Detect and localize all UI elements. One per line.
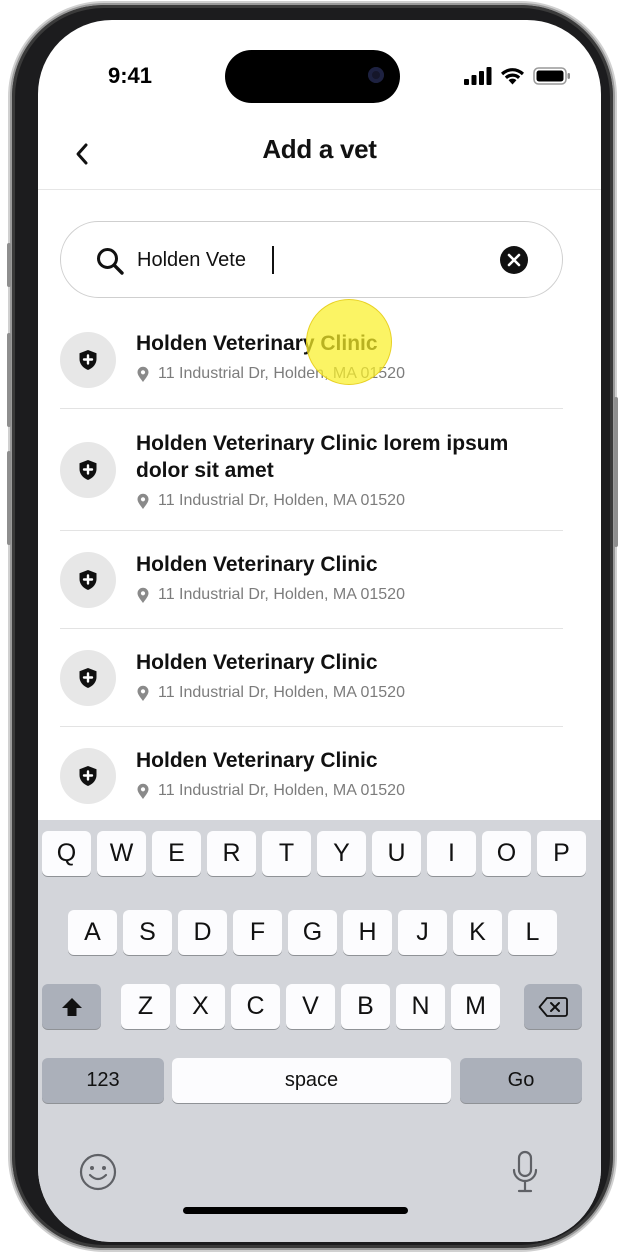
wifi-icon [501,68,524,85]
clinic-badge [60,442,116,498]
key-x[interactable]: X [176,984,225,1029]
key-y[interactable]: Y [317,831,366,876]
key-m[interactable]: M [451,984,500,1029]
search-bar [60,221,563,298]
action-button [7,243,11,287]
text-caret [272,246,274,274]
list-item[interactable]: Holden Veterinary Clinic 11 Industrial D… [60,727,563,825]
search-icon [97,248,124,275]
clinic-badge [60,650,116,706]
key-k[interactable]: K [453,910,502,955]
go-key[interactable]: Go [460,1058,582,1103]
nav-bar: Add a vet [38,120,601,190]
shield-plus-icon [79,766,97,786]
clinic-address: 11 Industrial Dr, Holden, MA 01520 [136,782,533,800]
clinic-name: Holden Veterinary Clinic lorem ipsum dol… [136,432,509,482]
key-f[interactable]: F [233,910,282,955]
key-q[interactable]: Q [42,831,91,876]
space-key[interactable]: space [172,1058,451,1103]
shift-icon [61,997,82,1016]
shield-plus-icon [79,350,97,370]
signal-icon [464,67,492,85]
shift-key[interactable] [42,984,101,1029]
clinic-badge [60,552,116,608]
key-n[interactable]: N [396,984,445,1029]
key-i[interactable]: I [427,831,476,876]
key-t[interactable]: T [262,831,311,876]
shield-plus-icon [79,668,97,688]
key-u[interactable]: U [372,831,421,876]
key-d[interactable]: D [178,910,227,955]
screen: 9:41 Add a vet Holden Vete Holden Veteri… [38,20,601,1242]
key-a[interactable]: A [68,910,117,955]
address-text: 11 Industrial Dr, Holden, MA 01520 [158,782,405,799]
clinic-name: Holden Veterinary Clinic [136,749,378,772]
touch-indicator [306,299,392,385]
shield-plus-icon [79,570,97,590]
search-input[interactable] [137,244,487,276]
results-list: Holden Veterinary Clinic 11 Industrial D… [60,310,563,825]
keyboard: Q W E R T Y U I O P A S D F G H J K L Z … [38,820,601,1242]
home-indicator [183,1207,408,1214]
clear-icon[interactable] [500,246,528,274]
address-text: 11 Industrial Dr, Holden, MA 01520 [158,586,405,603]
power-button [614,397,618,547]
camera-icon [368,67,384,83]
status-time: 9:41 [108,63,153,88]
volume-up-button [7,333,11,427]
location-pin-icon [137,366,149,382]
list-item[interactable]: Holden Veterinary Clinic 11 Industrial D… [60,531,563,629]
key-p[interactable]: P [537,831,586,876]
clinic-address: 11 Industrial Dr, Holden, MA 01520 [136,684,533,702]
clinic-address: 11 Industrial Dr, Holden, MA 01520 [136,586,533,604]
key-b[interactable]: B [341,984,390,1029]
clinic-name: Holden Veterinary Clinic [136,651,378,674]
key-l[interactable]: L [508,910,557,955]
location-pin-icon [137,685,149,701]
key-j[interactable]: J [398,910,447,955]
phone-frame: 9:41 Add a vet Holden Vete Holden Veteri… [7,5,618,1248]
status-icons [464,67,571,85]
address-text: 11 Industrial Dr, Holden, MA 01520 [158,684,405,701]
location-pin-icon [137,783,149,799]
key-s[interactable]: S [123,910,172,955]
clinic-badge [60,748,116,804]
clinic-badge [60,332,116,388]
battery-icon [533,67,570,85]
key-v[interactable]: V [286,984,335,1029]
volume-down-button [7,451,11,545]
key-h[interactable]: H [343,910,392,955]
key-o[interactable]: O [482,831,531,876]
microphone-icon[interactable] [511,1150,539,1194]
key-w[interactable]: W [97,831,146,876]
key-z[interactable]: Z [121,984,170,1029]
list-item[interactable]: Holden Veterinary Clinic lorem ipsum dol… [60,409,563,531]
list-item[interactable]: Holden Veterinary Clinic 11 Industrial D… [60,629,563,727]
key-g[interactable]: G [288,910,337,955]
key-e[interactable]: E [152,831,201,876]
emoji-icon[interactable] [79,1153,117,1191]
clinic-address: 11 Industrial Dr, Holden, MA 01520 [136,492,533,510]
page-title: Add a vet [262,134,377,164]
backspace-icon [538,996,568,1017]
address-text: 11 Industrial Dr, Holden, MA 01520 [158,492,405,509]
location-pin-icon [137,587,149,603]
shield-plus-icon [79,460,97,480]
backspace-key[interactable] [524,984,582,1029]
numbers-key[interactable]: 123 [42,1058,164,1103]
location-pin-icon [137,493,149,509]
key-c[interactable]: C [231,984,280,1029]
key-r[interactable]: R [207,831,256,876]
clinic-name: Holden Veterinary Clinic [136,553,378,576]
